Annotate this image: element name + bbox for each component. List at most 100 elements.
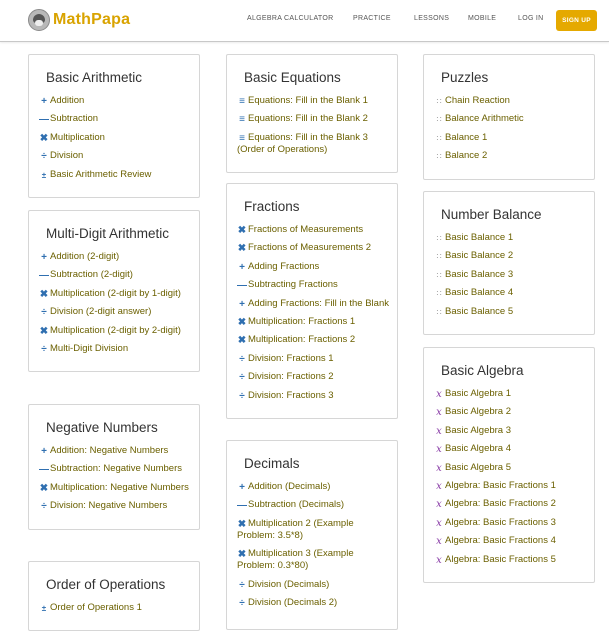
practice-link[interactable]: ✖ Multiplication (2-digit by 2-digit) xyxy=(39,325,191,337)
card-number-balance: Number Balance ∷ Basic Balance 1 ∷ Basic Bal… xyxy=(423,191,595,335)
times-icon: ✖ xyxy=(237,243,247,255)
practice-link[interactable]: ÷ Division: Fractions 2 xyxy=(237,371,389,383)
nav-lessons[interactable]: LESSONS xyxy=(414,15,449,22)
practice-link[interactable]: ✖ Multiplication xyxy=(39,132,191,144)
practice-link-label: Fractions of Measurements 2 xyxy=(248,242,372,254)
nav-mobile[interactable]: MOBILE xyxy=(468,15,496,22)
practice-link[interactable]: ∷ Basic Balance 3 xyxy=(434,269,586,281)
practice-link-label: Algebra: Basic Fractions 1 xyxy=(445,479,556,491)
practice-link[interactable]: + Addition: Negative Numbers xyxy=(39,445,191,457)
plus-icon: + xyxy=(41,446,47,457)
practice-link-label: Algebra: Basic Fractions 5 xyxy=(445,553,556,565)
card-title: Decimals xyxy=(244,456,300,471)
nav-links: ALGEBRA CALCULATOR PRACTICE LESSONS MOBI… xyxy=(0,15,609,27)
signup-button[interactable]: SIGN UP xyxy=(556,10,597,31)
practice-link[interactable]: ∷ Balance Arithmetic xyxy=(434,113,586,125)
practice-link-label: Basic Algebra 3 xyxy=(445,424,512,436)
variable-x-icon: x xyxy=(436,517,442,529)
practice-link[interactable]: ∷ Balance 2 xyxy=(434,150,586,162)
practice-link[interactable]: ✖ Multiplication: Fractions 2 xyxy=(237,334,389,346)
practice-link[interactable]: ✖ Multiplication 3 (Example Problem: 0.3*… xyxy=(237,548,389,572)
practice-link[interactable]: ÷ Division (Decimals 2) xyxy=(237,597,389,609)
practice-link[interactable]: —Subtraction xyxy=(39,113,191,125)
practice-link[interactable]: ÷ Division: Fractions 1 xyxy=(237,353,389,365)
practice-link[interactable]: ∷ Basic Balance 2 xyxy=(434,250,586,262)
nav-login[interactable]: LOG IN xyxy=(518,15,544,22)
practice-link[interactable]: —Subtraction (2-digit) xyxy=(39,269,191,281)
practice-link[interactable]: + Adding Fractions xyxy=(237,261,389,273)
practice-link-label: Equations: Fill in the Blank 2 xyxy=(248,113,368,125)
practice-link[interactable]: ÷ Division xyxy=(39,150,191,162)
practice-link[interactable]: + Addition (2-digit) xyxy=(39,251,191,263)
puzzle-icon: ∷ xyxy=(436,115,442,125)
card-basic-equations: Basic Equations ≡ Equations: Fill in the B… xyxy=(226,54,398,174)
practice-link[interactable]: x Basic Algebra 4 xyxy=(434,443,586,455)
practice-link-label: Multiplication: Fractions 1 xyxy=(248,315,356,327)
practice-link[interactable]: + Adding Fractions: Fill in the Blank xyxy=(237,298,389,310)
nav-practice[interactable]: PRACTICE xyxy=(353,15,391,22)
practice-link[interactable]: ≡ Equations: Fill in the Blank 2 xyxy=(237,113,389,125)
practice-link[interactable]: x Algebra: Basic Fractions 1 xyxy=(434,480,586,492)
practice-link[interactable]: ∷ Basic Balance 4 xyxy=(434,287,586,299)
times-icon: ✖ xyxy=(39,288,49,300)
practice-link[interactable]: ± Basic Arithmetic Review xyxy=(39,169,191,181)
card-title: Basic Equations xyxy=(244,70,341,85)
divide-icon: ÷ xyxy=(239,353,245,365)
practice-link[interactable]: x Algebra: Basic Fractions 5 xyxy=(434,554,586,566)
variable-x-icon: x xyxy=(436,554,442,566)
card-order-of-operations: Order of Operations ± Order of Operations … xyxy=(28,561,200,631)
divide-icon: ÷ xyxy=(41,343,47,355)
practice-link[interactable]: ∷ Basic Balance 1 xyxy=(434,232,586,244)
practice-link[interactable]: ∷ Chain Reaction xyxy=(434,95,586,107)
nav-algebra-calculator[interactable]: ALGEBRA CALCULATOR xyxy=(247,15,333,22)
times-icon: ✖ xyxy=(237,518,247,530)
practice-link[interactable]: ✖ Multiplication 2 (Example Problem: 3.5*… xyxy=(237,518,389,542)
practice-link-label: Basic Balance 1 xyxy=(445,232,514,243)
practice-link[interactable]: ± Order of Operations 1 xyxy=(39,602,191,614)
practice-link[interactable]: —Subtracting Fractions xyxy=(237,279,389,291)
practice-link[interactable]: x Algebra: Basic Fractions 4 xyxy=(434,535,586,547)
practice-link[interactable]: ✖ Multiplication: Negative Numbers xyxy=(39,482,191,494)
practice-link[interactable]: ✖ Multiplication: Fractions 1 xyxy=(237,316,389,328)
practice-link[interactable]: —Subtraction: Negative Numbers xyxy=(39,463,191,475)
practice-link-label: Adding Fractions: Fill in the Blank xyxy=(248,297,389,309)
practice-link[interactable]: ∷ Basic Balance 5 xyxy=(434,306,586,318)
practice-link-label: Division: Fractions 2 xyxy=(248,371,334,383)
practice-link-label: Basic Balance 4 xyxy=(445,287,514,299)
practice-link[interactable]: ÷ Division (Decimals) xyxy=(237,579,389,591)
practice-link[interactable]: ÷ Division (2-digit answer) xyxy=(39,306,191,318)
card-title: Puzzles xyxy=(441,70,489,85)
practice-link[interactable]: ÷ Division: Negative Numbers xyxy=(39,500,191,512)
variable-x-icon: x xyxy=(436,499,442,511)
variable-x-icon: x xyxy=(436,444,442,456)
practice-link[interactable]: ÷ Division: Fractions 3 xyxy=(237,390,389,402)
practice-link[interactable]: x Basic Algebra 3 xyxy=(434,425,586,437)
divide-icon: ÷ xyxy=(41,501,47,513)
times-icon: ✖ xyxy=(39,325,49,337)
practice-link-label: Balance 1 xyxy=(445,131,488,143)
practice-link[interactable]: x Basic Algebra 5 xyxy=(434,462,586,474)
practice-link[interactable]: + Addition (Decimals) xyxy=(237,481,389,493)
practice-link[interactable]: ∷ Balance 1 xyxy=(434,132,586,144)
practice-link[interactable]: ✖ Multiplication (2-digit by 1-digit) xyxy=(39,288,191,300)
puzzle-icon: ∷ xyxy=(436,152,442,162)
practice-link[interactable]: x Basic Algebra 2 xyxy=(434,406,586,418)
divide-icon: ÷ xyxy=(239,390,245,402)
practice-link[interactable]: x Basic Algebra 1 xyxy=(434,388,586,400)
practice-link[interactable]: ≡ Equations: Fill in the Blank 3 (Order o… xyxy=(237,132,389,156)
practice-link-label: Subtraction (2-digit) xyxy=(50,269,133,281)
divide-icon: ÷ xyxy=(41,151,47,163)
practice-link[interactable]: —Subtraction (Decimals) xyxy=(237,499,389,511)
practice-link[interactable]: ÷ Multi-Digit Division xyxy=(39,343,191,355)
practice-link[interactable]: ✖ Fractions of Measurements xyxy=(237,224,389,236)
minus-icon: — xyxy=(39,270,49,282)
practice-link[interactable]: ≡ Equations: Fill in the Blank 1 xyxy=(237,95,389,107)
practice-link[interactable]: x Algebra: Basic Fractions 2 xyxy=(434,498,586,510)
practice-link-label: Basic Algebra 1 xyxy=(445,388,512,399)
practice-link[interactable]: + Addition xyxy=(39,95,191,107)
practice-link[interactable]: ✖ Fractions of Measurements 2 xyxy=(237,242,389,254)
plus-icon: + xyxy=(41,96,47,107)
puzzle-icon: ∷ xyxy=(436,234,442,243)
practice-link[interactable]: x Algebra: Basic Fractions 3 xyxy=(434,517,586,529)
practice-link-label: Order of Operations 1 xyxy=(50,602,142,613)
